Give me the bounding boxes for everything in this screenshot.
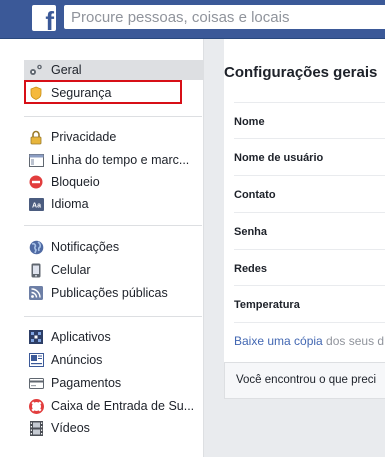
sidebar-item-caixa-de-entrada[interactable]: Caixa de Entrada de Su... [24,396,202,416]
row-label: Nome [234,116,265,128]
card-icon [28,375,44,391]
divider [234,322,385,323]
download-copy-rest: dos seus d [322,334,385,348]
shield-icon [28,85,44,101]
row-label: Nome de usuário [234,152,324,164]
sidebar-item-label: Celular [51,263,91,277]
rss-icon [28,285,44,301]
settings-row-senha[interactable]: Senha [234,212,385,249]
sidebar-item-pagamentos[interactable]: Pagamentos [24,373,202,393]
settings-row-temperatura[interactable]: Temperatura [234,285,385,322]
feedback-text: Você encontrou o que preci [236,374,377,386]
page-title: Configurações gerais [224,64,378,81]
svg-text:Aa: Aa [32,202,41,209]
feedback-box[interactable]: Você encontrou o que preci [224,362,385,399]
row-label: Temperatura [234,299,300,311]
facebook-logo-icon[interactable]: f [32,5,56,36]
mobile-icon [28,262,44,278]
globe-icon [28,239,44,255]
sidebar-item-linha-do-tempo[interactable]: Linha do tempo e marc... [24,150,202,170]
settings-sidebar: Geral Segurança Privacidade Linha do tem… [0,39,204,457]
sidebar-item-publicacoes-publicas[interactable]: Publicações públicas [24,283,202,303]
apps-icon [28,329,44,345]
film-icon [28,420,44,436]
sidebar-item-label: Publicações públicas [51,286,168,300]
settings-row-nome[interactable]: Nome [234,102,385,139]
sidebar-item-label: Anúncios [51,353,103,367]
sidebar-item-aplicativos[interactable]: Aplicativos [24,327,202,347]
block-icon [28,174,44,190]
sidebar-item-notificacoes[interactable]: Notificações [24,237,202,257]
top-bar: f [0,0,385,39]
ads-icon [28,352,44,368]
sidebar-item-seguranca[interactable]: Segurança [24,83,202,103]
logo-letter: f [45,6,54,36]
settings-row-contato[interactable]: Contato [234,175,385,212]
sidebar-item-label: Linha do tempo e marc... [51,153,190,167]
row-label: Contato [234,189,276,201]
sidebar-item-celular[interactable]: Celular [24,260,202,280]
lifebuoy-icon [28,398,44,414]
search-input[interactable] [64,5,385,29]
sidebar-item-label: Caixa de Entrada de Su... [51,399,195,413]
sidebar-item-bloqueio[interactable]: Bloqueio [24,172,202,192]
timeline-icon [28,152,44,168]
sidebar-item-label: Segurança [51,86,112,100]
search-box[interactable] [64,5,385,29]
language-icon: Aa [28,196,44,212]
settings-row-redes[interactable]: Redes [234,249,385,286]
divider [24,116,202,117]
sidebar-item-label: Notificações [51,240,120,254]
row-label: Redes [234,263,268,275]
sidebar-item-idioma[interactable]: Aa Idioma [24,194,202,214]
download-copy-link[interactable]: Baixe uma cópia [234,334,323,348]
row-label: Senha [234,226,268,238]
divider [24,225,202,226]
sidebar-item-label: Idioma [51,197,89,211]
divider [24,316,202,317]
sidebar-item-geral[interactable]: Geral [24,60,203,80]
sidebar-item-label: Geral [51,63,82,77]
main-content: Configurações gerais Nome Nome de usuári… [204,39,385,457]
sidebar-item-label: Aplicativos [51,330,111,344]
sidebar-item-label: Bloqueio [51,175,100,189]
download-copy-text: Baixe uma cópia dos seus d [234,334,384,348]
lock-icon [28,129,44,145]
sidebar-item-label: Vídeos [51,421,90,435]
sidebar-item-anuncios[interactable]: Anúncios [24,350,202,370]
settings-row-nome-de-usuario[interactable]: Nome de usuário [234,138,385,175]
sidebar-item-label: Pagamentos [51,376,122,390]
sidebar-item-label: Privacidade [51,130,117,144]
sidebar-item-privacidade[interactable]: Privacidade [24,127,202,147]
gear-icon [28,62,44,78]
sidebar-item-videos[interactable]: Vídeos [24,418,202,438]
